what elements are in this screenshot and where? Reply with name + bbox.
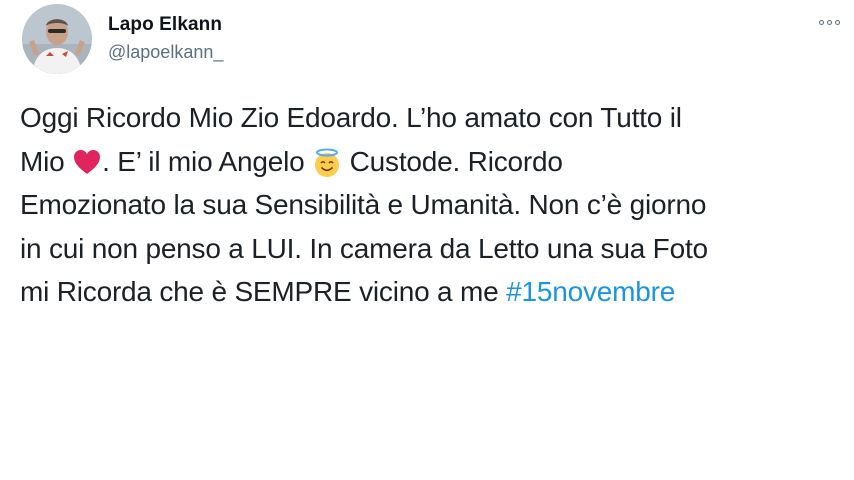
tweet-text-line: Oggi Ricordo Mio Zio Edoardo. L’ho amato… <box>20 102 682 133</box>
avatar-photo-icon <box>22 4 92 74</box>
tweet-text-line: Mio . E’ il mio Angelo Custode. Ricordo <box>20 140 850 184</box>
tweet-text-segment: mi Ricorda che è SEMPRE vicino a me <box>20 276 507 307</box>
more-dot <box>818 19 824 25</box>
hashtag-link[interactable]: #15novembre <box>506 276 675 307</box>
tweet-text-segment: Custode. Ricordo <box>342 145 563 177</box>
tweet-card: Lapo Elkann @lapoelkann_ Oggi Ricordo Mi… <box>0 0 854 480</box>
angel-halo-icon <box>312 148 342 177</box>
tweet-text-segment: Mio <box>20 145 73 177</box>
more-dot <box>826 19 832 25</box>
tweet-text-line: mi Ricorda che è SEMPRE vicino a me #15n… <box>20 270 850 314</box>
tweet-text-segment: . E’ il mio Angelo <box>102 145 313 177</box>
red-heart-icon <box>72 148 102 176</box>
more-options-icon[interactable] <box>814 12 844 32</box>
tweet-text-line: Emozionato la sua Sensibilità e Umanità.… <box>20 189 707 220</box>
tweet-text-line: in cui non penso a LUI. In camera da Let… <box>20 232 708 264</box>
author-handle[interactable]: @lapoelkann_ <box>108 42 223 63</box>
tweet-text: Oggi Ricordo Mio Zio Edoardo. L’ho amato… <box>20 96 850 314</box>
user-avatar[interactable] <box>22 4 92 74</box>
more-dot <box>834 19 840 25</box>
author-display-name[interactable]: Lapo Elkann <box>108 14 222 36</box>
